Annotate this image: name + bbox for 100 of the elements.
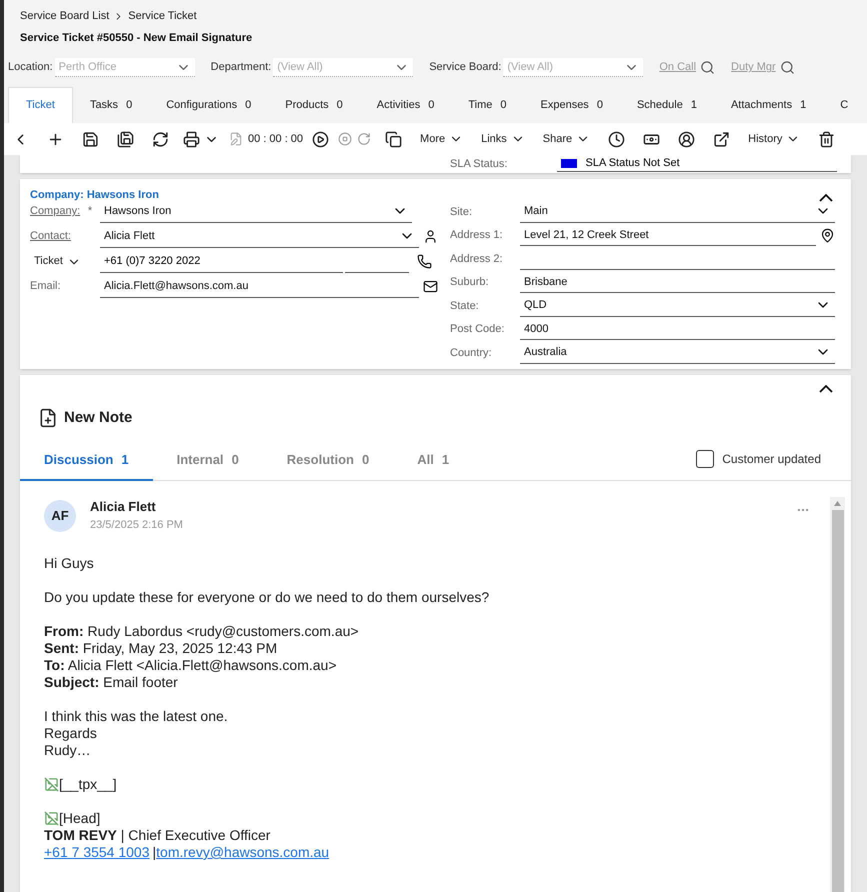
note-add-icon xyxy=(38,408,58,428)
file-edit-icon xyxy=(229,132,243,146)
user-icon xyxy=(678,130,696,148)
save-icon xyxy=(82,130,99,148)
filter-label: Department: xyxy=(210,60,272,76)
tab[interactable]: Products 0 xyxy=(268,87,360,123)
field-label-link[interactable]: Company: xyxy=(30,203,80,220)
copy-icon xyxy=(385,130,402,148)
field-label: Country: xyxy=(450,346,493,360)
field-label: Email: xyxy=(30,279,62,294)
broken-image-icon xyxy=(44,811,59,826)
field-label: Suburb: xyxy=(450,275,490,290)
tab[interactable]: Time 0 xyxy=(451,87,524,123)
message-line: I think this was the latest one. xyxy=(44,708,229,725)
envelope-icon xyxy=(423,279,438,294)
note-tab[interactable]: Resolution 0 xyxy=(262,440,394,480)
menu-button[interactable]: Share xyxy=(538,130,594,148)
tab[interactable]: Tasks 0 xyxy=(72,87,150,123)
author-name: Alicia Flett xyxy=(90,498,157,516)
search-icon xyxy=(700,60,716,75)
delete-icon xyxy=(818,130,836,148)
tab[interactable]: Expenses 0 xyxy=(524,87,620,123)
collapse-button[interactable] xyxy=(817,382,835,394)
avatar: AF xyxy=(44,500,76,532)
message-line: Do you update these for everyone or do we need to do them ourselves? xyxy=(44,589,490,606)
status-color-swatch xyxy=(561,159,578,168)
tab[interactable]: Attachments 1 xyxy=(714,87,824,123)
message-line: Subject: Email footer xyxy=(44,674,179,691)
input-field[interactable]: Alicia Flett xyxy=(100,226,419,248)
field-label: Address 1: xyxy=(450,228,504,243)
breadcrumb-current: Service Ticket xyxy=(128,9,197,24)
input-field[interactable]: Australia xyxy=(520,342,835,364)
history-button[interactable]: History xyxy=(744,130,804,148)
page-title: Service Ticket #50550 - New Email Signature xyxy=(20,30,254,46)
signature-title: TOM REVY | Chief Executive Officer xyxy=(44,827,272,844)
broken-image-icon xyxy=(44,777,59,792)
tab[interactable]: C xyxy=(823,87,866,123)
message-line: Sent: Friday, May 23, 2025 12:43 PM xyxy=(44,640,278,657)
tab[interactable]: Activities 0 xyxy=(360,87,452,123)
phone-icon xyxy=(417,254,432,269)
breadcrumb-link[interactable]: Service Board List xyxy=(20,8,110,24)
field-label: Site: xyxy=(450,204,474,220)
note-tab[interactable]: Discussion 1 xyxy=(20,440,153,480)
chevron-up-icon xyxy=(819,384,833,392)
stop-icon xyxy=(338,132,352,146)
timer: 00 : 00 : 00 xyxy=(248,132,304,147)
field-label-link[interactable]: Contact: xyxy=(30,228,100,245)
reset-icon xyxy=(357,132,372,146)
input-field[interactable]: +61 (0)7 3220 2022 xyxy=(100,250,343,272)
checkbox-label: Customer updated xyxy=(722,450,821,468)
field-label: State: xyxy=(450,298,480,314)
input-field[interactable]: Hawsons Iron xyxy=(100,200,412,222)
menu-button[interactable]: Links xyxy=(477,130,529,148)
input-field[interactable]: Level 21, 12 Creek Street xyxy=(520,224,816,246)
person-icon xyxy=(423,229,438,244)
input-field[interactable]: Brisbane xyxy=(520,271,835,294)
input-field[interactable]: Main xyxy=(520,200,835,223)
scrollbar[interactable] xyxy=(830,497,845,892)
image-alt-text: [__tpx__] xyxy=(59,776,117,793)
message-line: Rudy… xyxy=(44,742,92,759)
field-label: Address 2: xyxy=(450,252,504,266)
play-icon xyxy=(312,130,330,148)
chevron-up-icon xyxy=(819,194,833,202)
collapse-button[interactable] xyxy=(817,192,835,204)
checkbox[interactable] xyxy=(696,450,714,468)
note-tab[interactable]: Internal 0 xyxy=(152,440,263,480)
message-line: To: Alicia Flett <Alicia.Flett@hawsons.com.au> xyxy=(44,657,338,674)
phone-type-dropdown[interactable]: Ticket xyxy=(30,253,100,270)
tab[interactable]: Schedule 1 xyxy=(620,87,714,123)
note-tab[interactable]: All 1 xyxy=(393,440,474,480)
input-field[interactable]: QLD xyxy=(520,294,835,317)
filter-label: Service Board: xyxy=(429,60,502,76)
message-line: Regards xyxy=(44,725,98,742)
message-line: Hi Guys xyxy=(44,555,95,572)
refresh-icon xyxy=(152,130,169,148)
location-pin-icon xyxy=(820,228,835,243)
print-button[interactable] xyxy=(183,130,219,148)
open-external-icon xyxy=(713,130,730,148)
new-note-button[interactable]: New Note xyxy=(38,406,132,429)
message-line: From: Rudy Labordus <rudy@customers.com.au> xyxy=(44,623,360,640)
tab[interactable]: Configurations 0 xyxy=(149,87,268,123)
printer-icon xyxy=(183,130,200,148)
menu-button[interactable]: More xyxy=(416,130,468,148)
card-title: Company: Hawsons Iron xyxy=(30,188,159,203)
email-link[interactable]: tom.revy@hawsons.com.au xyxy=(156,844,330,861)
sla-label: SLA Status: xyxy=(450,158,508,170)
separator-text: | xyxy=(152,844,156,861)
clock-icon xyxy=(608,130,626,148)
save-close-icon xyxy=(117,130,134,148)
filter-label: Location: xyxy=(8,60,53,76)
tab[interactable]: Ticket xyxy=(8,87,73,123)
field-label: Post Code: xyxy=(450,322,506,337)
search-icon xyxy=(780,60,795,75)
phone-link[interactable]: +61 7 3554 1003 xyxy=(44,844,150,861)
input-field[interactable]: 4000 xyxy=(520,318,835,340)
input-field[interactable]: Alicia.Flett@hawsons.com.au xyxy=(100,276,419,298)
message-time: 23/5/2025 2:16 PM xyxy=(90,518,183,532)
sla-dropdown[interactable]: SLA Status Not Set xyxy=(557,156,838,172)
image-alt-text: [Head] xyxy=(59,810,100,827)
required-mark: * xyxy=(86,204,94,220)
